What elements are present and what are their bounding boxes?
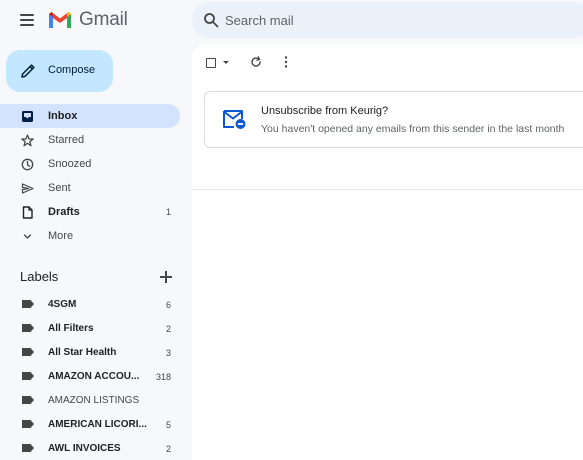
labels-header: Labels <box>0 266 192 290</box>
inbox-icon <box>22 111 33 122</box>
label-name: AMAZON LISTINGS <box>48 395 140 406</box>
divider <box>192 189 583 190</box>
label-name: All Filters <box>48 323 94 334</box>
label-item-4sgm[interactable]: 4SGM 6 <box>0 292 180 316</box>
sidebar-nav: Inbox Starred Snoozed Sent Drafts 1 More <box>0 104 192 248</box>
labels-title: Labels <box>20 269 59 284</box>
label-name: 4SGM <box>48 299 77 310</box>
label-name: All Star Health <box>48 347 117 358</box>
add-label-icon[interactable] <box>160 271 172 283</box>
label-count: 5 <box>165 420 171 430</box>
chevron-down-icon <box>23 234 32 239</box>
sidebar-item-sent[interactable]: Sent <box>0 176 180 200</box>
app-name[interactable]: Gmail <box>79 9 128 31</box>
pencil-icon <box>21 64 35 78</box>
more-options-icon[interactable] <box>284 56 288 68</box>
main-menu-icon[interactable] <box>20 14 34 26</box>
unsubscribe-mail-icon <box>223 110 246 129</box>
sidebar-item-label: Drafts <box>48 206 80 218</box>
label-count: 6 <box>165 300 171 310</box>
banner-title: Unsubscribe from Keurig? <box>261 105 389 117</box>
send-icon <box>21 183 34 194</box>
gmail-logo-icon[interactable] <box>48 10 72 30</box>
label-tag-icon <box>22 348 34 356</box>
star-icon <box>21 134 34 147</box>
sidebar-item-label: Snoozed <box>48 158 92 170</box>
list-toolbar <box>192 44 583 80</box>
search-icon[interactable] <box>203 12 219 28</box>
label-tag-icon <box>22 444 34 452</box>
sidebar-item-starred[interactable]: Starred <box>0 128 180 152</box>
label-tag-icon <box>22 420 34 428</box>
search-bar[interactable] <box>192 2 583 38</box>
compose-label: Compose <box>48 64 96 76</box>
sidebar-item-label: Starred <box>48 134 85 146</box>
labels-list: 4SGM 6 All Filters 2 All Star Health 3 A… <box>0 292 192 460</box>
label-count: 3 <box>165 348 171 358</box>
draft-count: 1 <box>165 207 171 217</box>
sidebar-item-label: More <box>48 230 74 242</box>
clock-icon <box>21 158 34 171</box>
label-tag-icon <box>22 372 34 380</box>
banner-subtitle: You haven't opened any emails from this … <box>261 123 565 135</box>
select-dropdown-caret-icon[interactable] <box>223 61 229 64</box>
draft-icon <box>22 206 33 219</box>
label-item-all-star-health[interactable]: All Star Health 3 <box>0 340 180 364</box>
label-count: 318 <box>155 372 171 382</box>
label-name: AMERICAN LICORI... <box>48 419 147 430</box>
label-item-american-licorice[interactable]: AMERICAN LICORI... 5 <box>0 412 180 436</box>
sidebar-item-label: Sent <box>48 182 71 194</box>
label-tag-icon <box>22 396 34 404</box>
label-name: AWL INVOICES <box>48 443 121 454</box>
label-tag-icon <box>22 324 34 332</box>
label-item-amazon-listings[interactable]: AMAZON LISTINGS <box>0 388 180 412</box>
sidebar-item-label: Inbox <box>48 110 78 122</box>
unsubscribe-banner[interactable]: Unsubscribe from Keurig? You haven't ope… <box>204 91 583 148</box>
label-count: 2 <box>165 324 171 334</box>
label-tag-icon <box>22 300 34 308</box>
main-panel: Unsubscribe from Keurig? You haven't ope… <box>192 44 583 460</box>
label-item-awl-invoices[interactable]: AWL INVOICES 2 <box>0 436 180 460</box>
label-count: 2 <box>165 444 171 454</box>
sidebar-item-drafts[interactable]: Drafts 1 <box>0 200 180 224</box>
compose-button[interactable]: Compose <box>6 50 113 92</box>
select-all-checkbox[interactable] <box>206 58 216 68</box>
label-item-amazon-accounts[interactable]: AMAZON ACCOU... 318 <box>0 364 180 388</box>
label-name: AMAZON ACCOU... <box>48 371 140 382</box>
sidebar-item-more[interactable]: More <box>0 224 180 248</box>
refresh-icon[interactable] <box>250 56 262 68</box>
search-input[interactable] <box>225 2 565 38</box>
sidebar-item-inbox[interactable]: Inbox <box>0 104 180 128</box>
label-item-all-filters[interactable]: All Filters 2 <box>0 316 180 340</box>
sidebar-item-snoozed[interactable]: Snoozed <box>0 152 180 176</box>
top-bar: Gmail <box>0 0 583 42</box>
